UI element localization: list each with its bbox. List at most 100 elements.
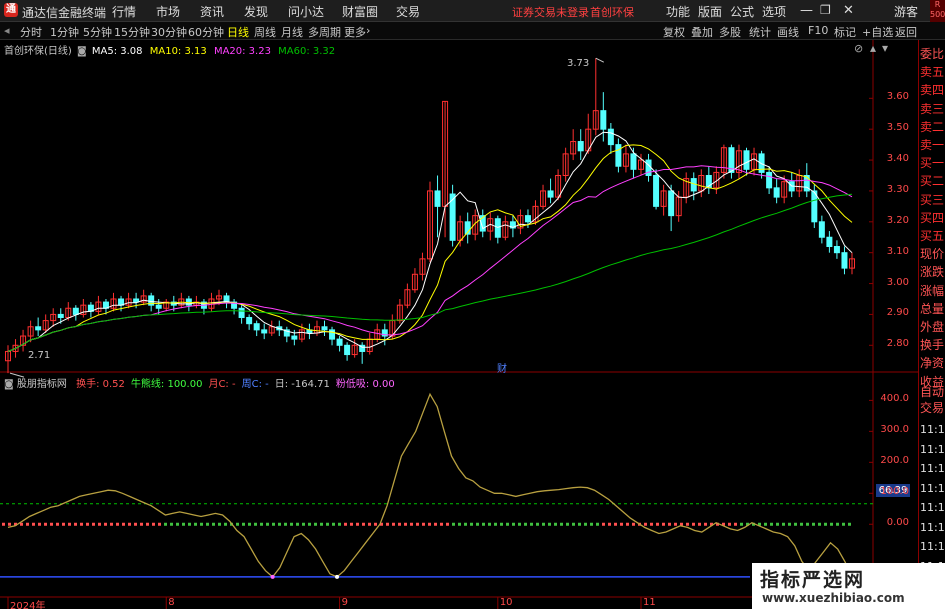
zero-marker — [836, 522, 839, 526]
zero-marker — [656, 522, 659, 526]
candle-body — [826, 236, 833, 248]
zero-marker — [44, 522, 47, 526]
quote-field-label: 净资 — [920, 356, 945, 371]
zero-marker — [218, 522, 221, 526]
zero-marker — [278, 522, 281, 526]
trade-tab[interactable]: 交易 — [920, 400, 945, 416]
zero-marker — [470, 522, 473, 526]
period-tab-timeshare[interactable]: 分时 — [20, 24, 42, 40]
menu-wealth-circle[interactable]: 财富圈 — [342, 3, 378, 20]
zero-marker — [356, 522, 359, 526]
close-icon[interactable]: ✕ — [843, 3, 854, 18]
quote-field-label: 买一 — [920, 156, 945, 171]
candle-body — [155, 304, 162, 309]
menu-market[interactable]: 市场 — [156, 3, 180, 20]
period-tab-monthly[interactable]: 月线 — [281, 24, 303, 40]
menu-function[interactable]: 功能 — [666, 3, 690, 20]
level2-badge[interactable]: R 500 — [930, 0, 945, 22]
period-tab-daily[interactable]: 日线 — [227, 24, 249, 40]
minimize-icon[interactable]: — — [800, 3, 813, 18]
period-tab-5min[interactable]: 5分钟 — [83, 24, 112, 40]
finance-marker[interactable]: 财 — [497, 360, 507, 375]
tool-statistics[interactable]: 统计 — [749, 24, 771, 40]
period-tab-more[interactable]: 更多 — [344, 24, 366, 40]
period-tab-multi[interactable]: 多周期 — [308, 24, 341, 40]
current-stock-name: 首创环保 — [590, 6, 634, 19]
chevron-right-icon[interactable]: › — [366, 24, 370, 37]
zero-marker — [650, 522, 653, 526]
zero-marker — [800, 522, 803, 526]
restore-icon[interactable]: ❐ — [820, 3, 831, 17]
zero-marker — [158, 522, 161, 526]
zero-marker — [674, 522, 677, 526]
candle-body — [57, 313, 64, 319]
tool-overlay[interactable]: 叠加 — [691, 24, 713, 40]
tool-f10[interactable]: F10 — [808, 24, 828, 37]
zero-marker — [812, 522, 815, 526]
legend-dropdown-icon[interactable]: ◙ — [77, 46, 87, 57]
main-legend-stock-name: 首创环保(日线) — [4, 46, 72, 57]
quote-field-label: 卖三 — [920, 101, 945, 116]
menu-layout[interactable]: 版面 — [698, 3, 722, 20]
price-tick-label: 3.10 — [886, 245, 909, 257]
zero-marker — [596, 522, 599, 526]
zero-marker — [824, 522, 827, 526]
date-tick-label: 2024年 — [10, 601, 46, 609]
zero-marker — [20, 522, 23, 526]
zero-marker — [530, 522, 533, 526]
menu-options[interactable]: 选项 — [762, 3, 786, 20]
menu-trade[interactable]: 交易 — [396, 3, 420, 20]
candle-body — [630, 153, 637, 170]
zero-marker — [200, 522, 203, 526]
zero-marker — [284, 522, 287, 526]
tool-adjust[interactable]: 复权 — [663, 24, 685, 40]
period-tab-weekly[interactable]: 周线 — [254, 24, 276, 40]
chart-area[interactable] — [0, 40, 918, 609]
zero-marker — [788, 522, 791, 526]
quote-field-label: 卖四 — [920, 83, 945, 98]
chevron-up-icon[interactable]: ▴ — [870, 41, 876, 55]
period-tab-30min[interactable]: 30分钟 — [151, 24, 187, 40]
zero-marker — [152, 522, 155, 526]
zero-marker — [344, 522, 347, 526]
indicator-tick-label: 300.0 — [880, 424, 909, 436]
tool-mark[interactable]: 标记 — [834, 24, 856, 40]
settings-icon[interactable]: ⊘ — [854, 42, 863, 55]
legend-ma60: MA60: 3.32 — [278, 46, 336, 57]
sub-legend-dropdown-icon[interactable]: ◙ — [4, 379, 14, 390]
chevron-down-icon[interactable]: ▾ — [882, 41, 888, 55]
tool-back[interactable]: 返回 — [895, 24, 917, 40]
zero-marker — [440, 522, 443, 526]
tool-multi-stock[interactable]: 多股 — [719, 24, 741, 40]
menu-ask-xiaoda[interactable]: 问小达 — [288, 3, 324, 20]
period-tab-60min[interactable]: 60分钟 — [188, 24, 224, 40]
period-toggle-icon[interactable]: ◂ — [4, 24, 10, 37]
zero-marker — [524, 522, 527, 526]
zero-marker — [140, 522, 143, 526]
candle-body — [434, 190, 441, 207]
sub-legend-item: 粉低吸: 0.00 — [335, 379, 395, 390]
period-tab-15min[interactable]: 15分钟 — [114, 24, 150, 40]
menu-discover[interactable]: 发现 — [244, 3, 268, 20]
login-warning[interactable]: 证券交易未登录 — [512, 4, 589, 20]
zero-marker — [770, 522, 773, 526]
zero-marker — [38, 522, 41, 526]
zero-marker — [536, 522, 539, 526]
zero-marker — [500, 522, 503, 526]
menu-formula[interactable]: 公式 — [730, 3, 754, 20]
quote-field-label: 涨幅 — [920, 283, 945, 298]
zero-marker — [782, 522, 785, 526]
menu-news[interactable]: 资讯 — [200, 3, 224, 20]
tool-add-watchlist[interactable]: +自选 — [862, 24, 893, 40]
period-tab-1min[interactable]: 1分钟 — [50, 24, 79, 40]
zero-marker — [410, 522, 413, 526]
zero-marker — [86, 522, 89, 526]
zero-marker — [572, 522, 575, 526]
app-title: 通达信金融终端 — [22, 6, 107, 20]
candle-body — [321, 326, 328, 331]
trade-tab[interactable]: 自动 — [920, 384, 945, 400]
menu-market-quotes[interactable]: 行情 — [112, 3, 136, 20]
guest-user[interactable]: 游客 — [894, 3, 918, 20]
tool-draw-line[interactable]: 画线 — [777, 24, 799, 40]
price-tick-label: 3.20 — [886, 214, 909, 226]
